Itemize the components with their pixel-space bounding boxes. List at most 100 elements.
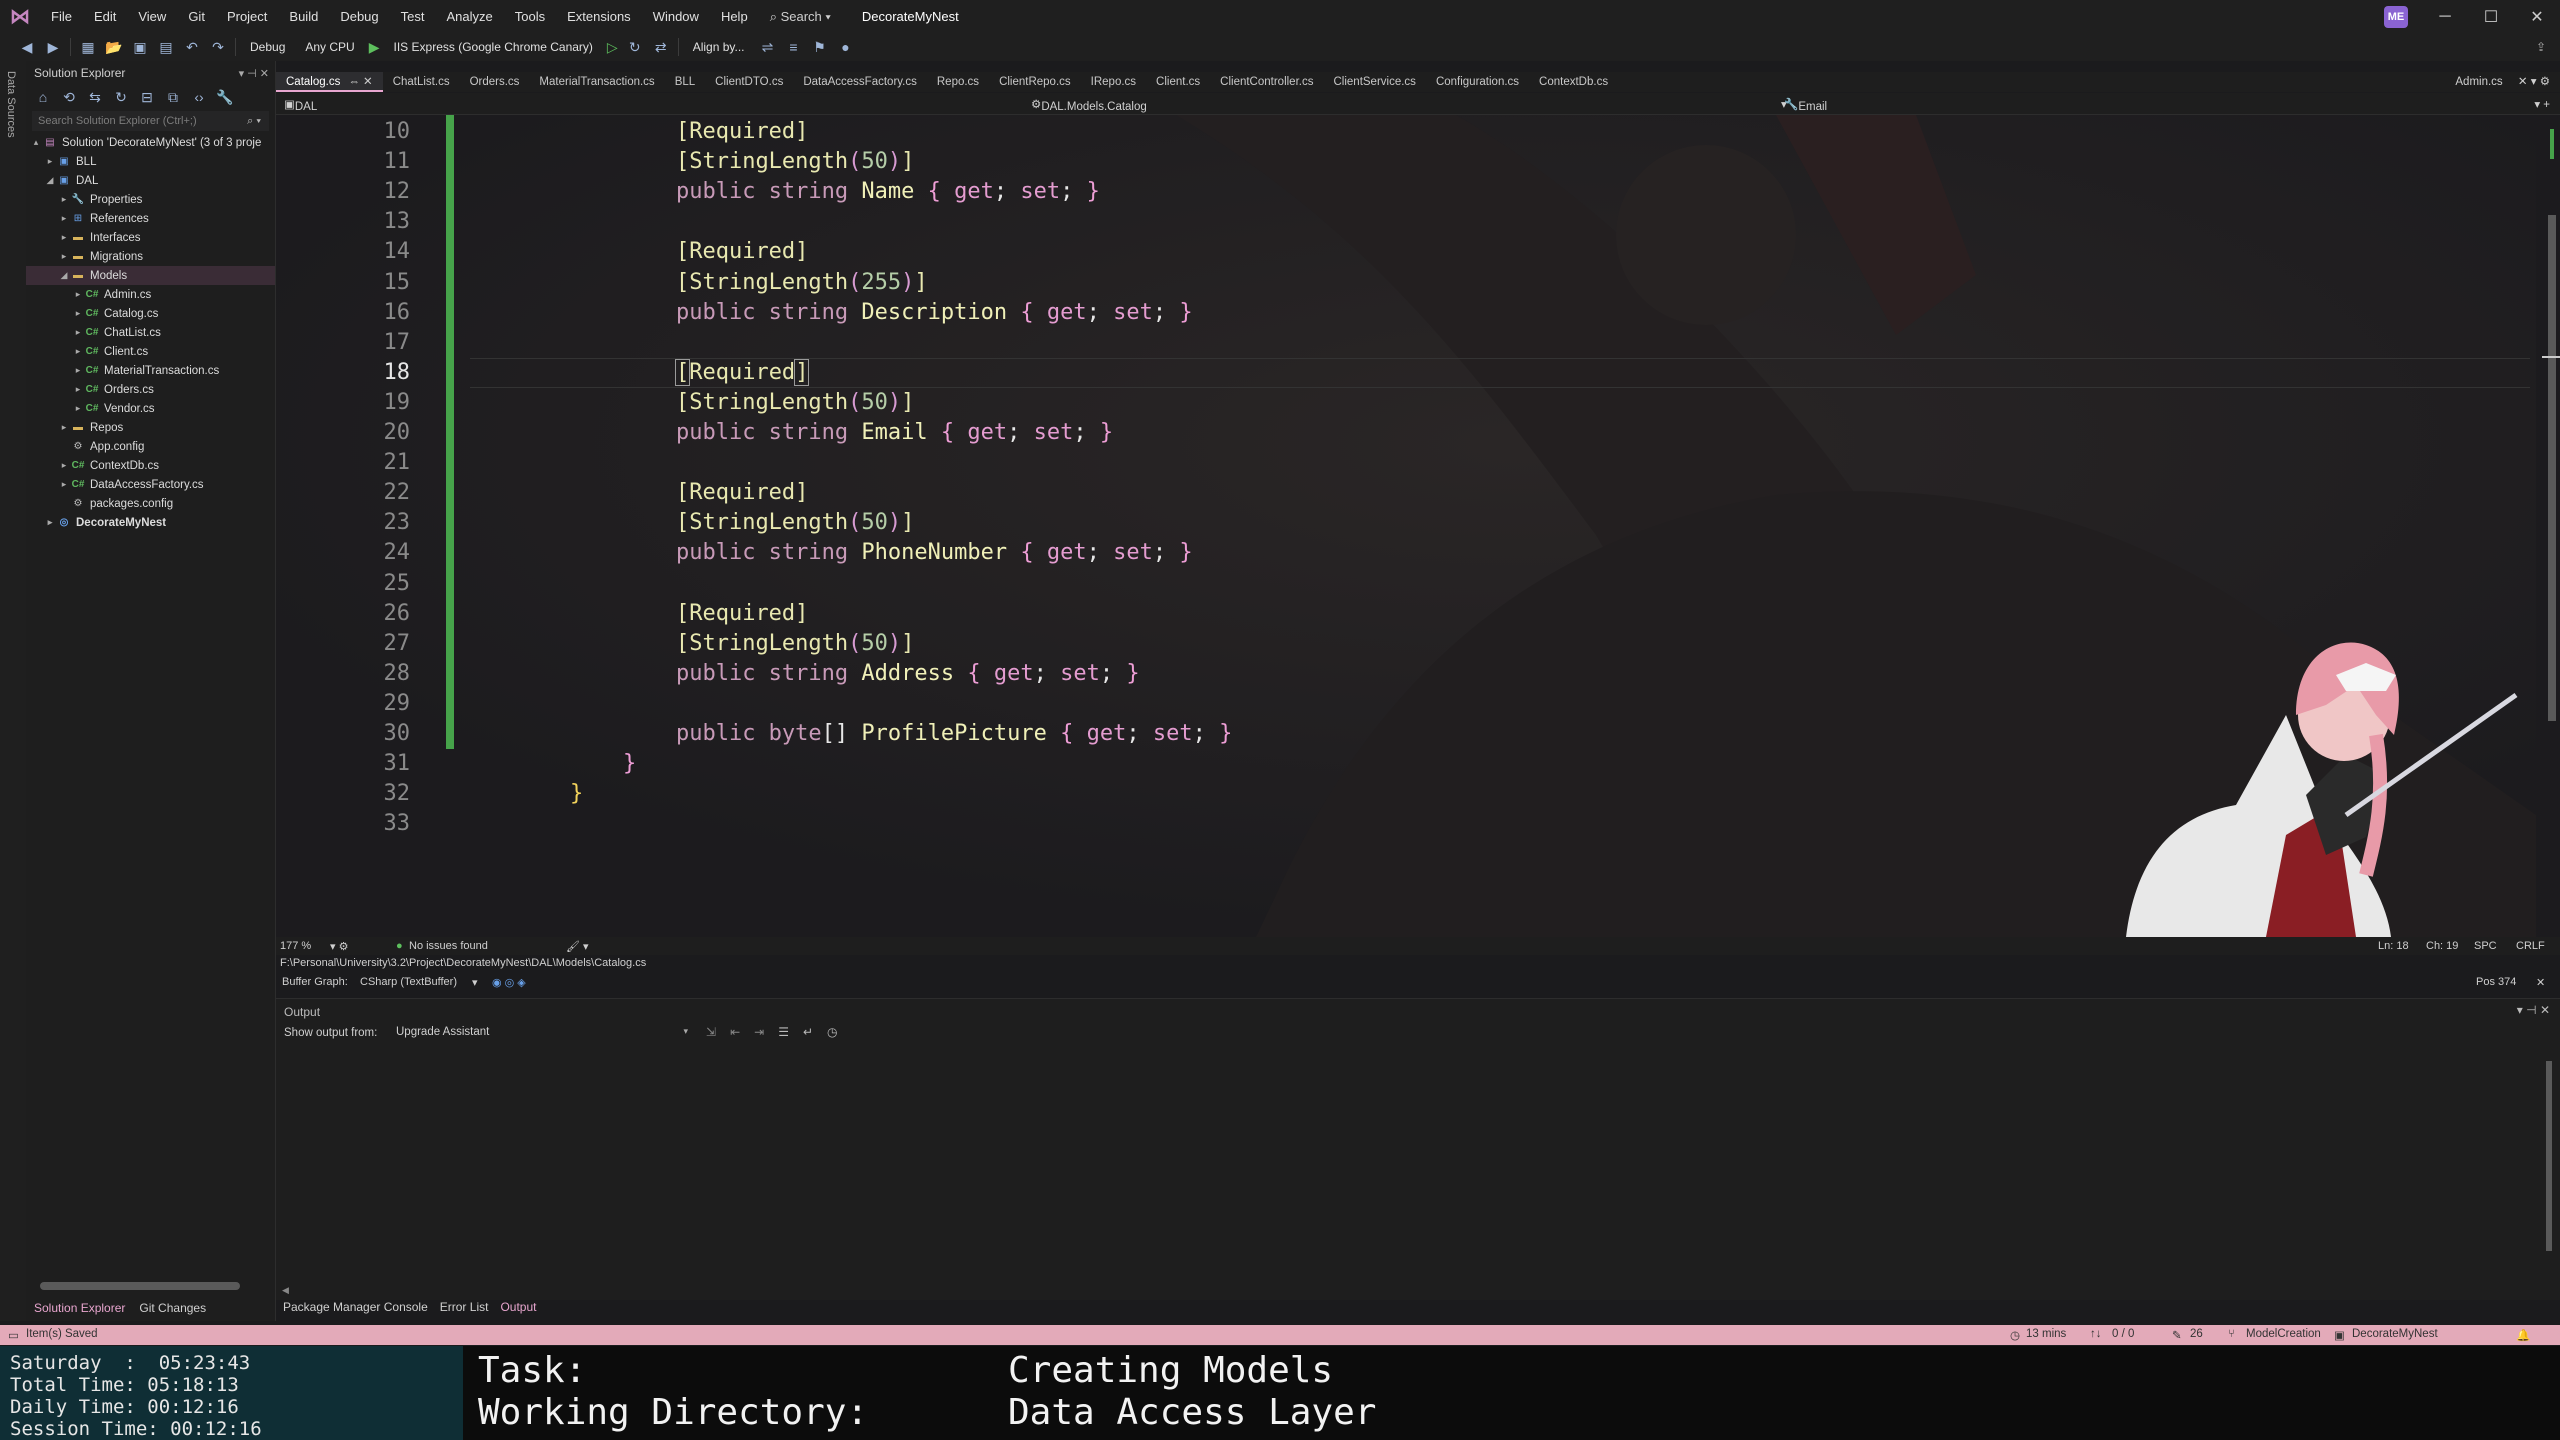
previous-message-icon[interactable]: ⇤ — [730, 1025, 740, 1039]
properties-wrench-icon[interactable]: 🔧 — [216, 89, 234, 106]
sync-icon[interactable]: ⟲ — [60, 89, 78, 106]
menu-item-edit[interactable]: Edit — [83, 0, 127, 33]
expand-arrow-icon[interactable]: ▸ — [58, 251, 70, 262]
tab-clientrepo-cs[interactable]: ClientRepo.cs — [989, 72, 1081, 92]
tree-item[interactable]: ▴ ▤ Solution 'DecorateMyNest' (3 of 3 proj… — [26, 133, 275, 152]
tab-repo-cs[interactable]: Repo.cs — [927, 72, 989, 92]
menu-item-file[interactable]: File — [40, 0, 83, 33]
project-dropdown[interactable]: ▣ DAL — [284, 97, 317, 113]
clock-icon[interactable]: ◷ — [827, 1025, 837, 1039]
output-source-select[interactable]: Upgrade Assistant ▾ — [392, 1023, 692, 1043]
tree-item[interactable]: ▸ ▬ Migrations — [26, 247, 275, 266]
menu-item-project[interactable]: Project — [216, 0, 278, 33]
new-project-icon[interactable]: ▦ — [79, 39, 97, 56]
navigate-back-icon[interactable]: ◀ — [18, 39, 36, 56]
code-cleanup-icon[interactable]: 🖌 ▾ — [566, 940, 589, 953]
tab-solution-explorer[interactable]: Solution Explorer — [34, 1301, 125, 1315]
expand-arrow-icon[interactable]: ▸ — [72, 327, 84, 338]
expand-arrow-icon[interactable]: ▸ — [72, 365, 84, 376]
tree-item[interactable]: ▸ 🔧 Properties — [26, 190, 275, 209]
tree-item[interactable]: ▸ C# Orders.cs — [26, 380, 275, 399]
scroll-left-icon[interactable]: ◀ — [282, 1285, 289, 1296]
menu-item-debug[interactable]: Debug — [329, 0, 389, 33]
tree-item[interactable]: ▸ ▬ Interfaces — [26, 228, 275, 247]
redo-icon[interactable]: ↷ — [209, 39, 227, 56]
expand-arrow-icon[interactable]: ▴ — [30, 137, 42, 148]
tree-item[interactable]: ▸ ◎ DecorateMyNest — [26, 513, 275, 532]
breakpoint-icon[interactable]: ● — [837, 39, 855, 55]
open-file-icon[interactable]: 📂 — [105, 39, 123, 56]
tab-irepo-cs[interactable]: IRepo.cs — [1081, 72, 1146, 92]
tab-bll[interactable]: BLL — [665, 72, 705, 92]
run-icon[interactable]: ▶ — [369, 39, 380, 56]
expand-arrow-icon[interactable]: ▸ — [72, 346, 84, 357]
tab-clientservice-cs[interactable]: ClientService.cs — [1323, 72, 1425, 92]
configuration-select[interactable]: Debug — [244, 40, 291, 54]
clear-all-icon[interactable]: ☰ — [778, 1025, 789, 1039]
tab-dataaccessfactory-cs[interactable]: DataAccessFactory.cs — [793, 72, 927, 92]
horizontal-scrollbar[interactable] — [40, 1282, 240, 1290]
tree-item[interactable]: ▸ ▣ BLL — [26, 152, 275, 171]
tab-git-changes[interactable]: Git Changes — [139, 1301, 206, 1315]
menu-item-tools[interactable]: Tools — [504, 0, 556, 33]
pending-changes-icon[interactable]: ⇆ — [86, 89, 104, 106]
save-icon[interactable]: ▣ — [131, 39, 149, 56]
visual-studio-logo-icon[interactable]: ⋈ — [0, 0, 40, 33]
tab-clientdto-cs[interactable]: ClientDTO.cs — [705, 72, 793, 92]
caret-line[interactable]: Ln: 18 — [2378, 940, 2409, 952]
menu-item-test[interactable]: Test — [390, 0, 436, 33]
git-repo[interactable]: DecorateMyNest — [2352, 1328, 2438, 1340]
pending-edits[interactable]: 26 — [2190, 1328, 2203, 1340]
maximize-icon[interactable]: ☐ — [2468, 0, 2514, 33]
panel-controls[interactable]: ▾ ⊣ ✕ — [239, 67, 269, 80]
collapse-all-icon[interactable]: ⊟ — [138, 89, 156, 106]
expand-arrow-icon[interactable]: ▸ — [72, 308, 84, 319]
expand-arrow-icon[interactable]: ▸ — [58, 460, 70, 471]
collapse-arrow-icon[interactable]: ◢ — [58, 270, 70, 281]
code-view-icon[interactable]: ‹› — [190, 89, 208, 105]
tab-clientcontroller-cs[interactable]: ClientController.cs — [1210, 72, 1323, 92]
tab-package-manager-console[interactable]: Package Manager Console — [283, 1300, 428, 1314]
menu-item-analyze[interactable]: Analyze — [435, 0, 503, 33]
tab-error-list[interactable]: Error List — [440, 1300, 489, 1314]
caret-column[interactable]: Ch: 19 — [2426, 940, 2458, 952]
code-editor[interactable]: 10 11 12 13 14 15 16 17 18 19 20 21 22 23 24 25 26 27 28 29… — [276, 115, 2536, 937]
menu-item-extensions[interactable]: Extensions — [556, 0, 642, 33]
tree-item[interactable]: ▸ C# Catalog.cs — [26, 304, 275, 323]
expand-arrow-icon[interactable]: ▸ — [58, 213, 70, 224]
zoom-level[interactable]: 177 % — [280, 940, 311, 952]
run-target-select[interactable]: IIS Express (Google Chrome Canary) — [388, 40, 599, 54]
output-panel-controls[interactable]: ▾ ⊣ ✕ — [2517, 1003, 2550, 1017]
comment-icon[interactable]: ≡ — [785, 39, 803, 55]
avatar[interactable]: ME — [2384, 6, 2408, 28]
expand-arrow-icon[interactable]: ▸ — [72, 289, 84, 300]
split-view-icon[interactable]: ▾ + — [2534, 97, 2550, 111]
undo-icon[interactable]: ↶ — [183, 39, 201, 56]
tab-admin[interactable]: Admin.cs ✕ ▾ ⚙ — [2455, 72, 2550, 92]
align-button[interactable]: Align by... — [687, 40, 751, 54]
scrollbar-thumb[interactable] — [2546, 1061, 2552, 1251]
scrollbar-thumb[interactable] — [2548, 215, 2556, 721]
expand-arrow-icon[interactable]: ▸ — [44, 156, 56, 167]
elapsed-time[interactable]: 13 mins — [2026, 1328, 2066, 1340]
tree-item[interactable]: ◢ ▬ Models — [26, 266, 275, 285]
expand-arrow-icon[interactable]: ▸ — [72, 403, 84, 414]
menu-item-git[interactable]: Git — [177, 0, 216, 33]
tree-item[interactable]: ⚙ packages.config — [26, 494, 275, 513]
expand-arrow-icon[interactable]: ▸ — [44, 517, 56, 528]
tab-output[interactable]: Output — [500, 1300, 536, 1314]
tree-item[interactable]: ▸ C# ChatList.cs — [26, 323, 275, 342]
tab-materialtransaction-cs[interactable]: MaterialTransaction.cs — [529, 72, 664, 92]
tree-item[interactable]: ▸ ⊞ References — [26, 209, 275, 228]
tree-item[interactable]: ▸ ▬ Repos — [26, 418, 275, 437]
expand-arrow-icon[interactable]: ▸ — [72, 384, 84, 395]
tab-contextdb-cs[interactable]: ContextDb.cs — [1529, 72, 1618, 92]
refresh-icon[interactable]: ↻ — [626, 39, 644, 56]
member-dropdown[interactable]: 🔧 Email — [1784, 97, 1827, 113]
navigate-forward-icon[interactable]: ▶ — [44, 39, 62, 56]
tree-item[interactable]: ▸ C# Admin.cs — [26, 285, 275, 304]
whitespace-mode[interactable]: SPC — [2474, 940, 2497, 952]
expand-arrow-icon[interactable]: ▸ — [58, 194, 70, 205]
close-buffer-graph-icon[interactable]: ✕ — [2536, 976, 2545, 989]
tree-item[interactable]: ▸ C# ContextDb.cs — [26, 456, 275, 475]
